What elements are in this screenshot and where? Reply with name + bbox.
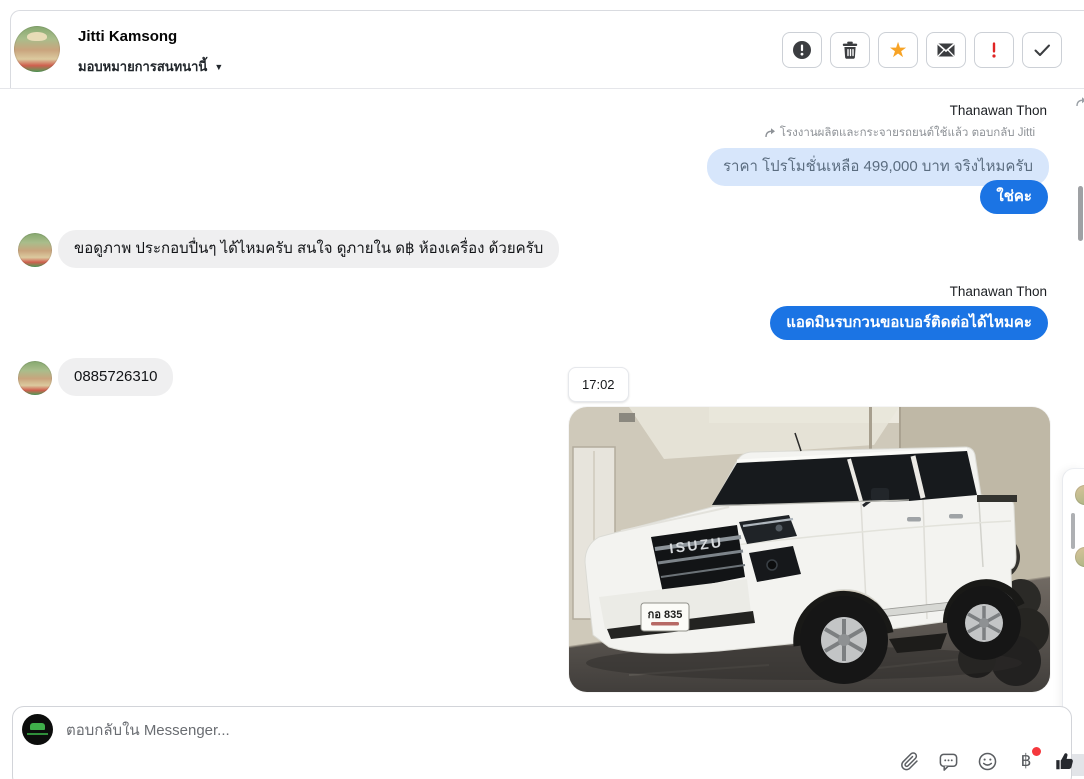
exclamation-icon [992,42,996,58]
report-icon [793,41,811,59]
mail-envelope-icon [937,43,955,57]
front-wheel [800,596,888,684]
outgoing-message-bubble: แอดมินรบกวนขอเบอร์ติดต่อได้ไหมคะ [770,306,1048,340]
messenger-inbox-page: Jitti Kamsong มอบหมายการสนทนานี้ ▼ ★ Tha… [0,0,1084,779]
mark-unread-button[interactable] [926,32,966,68]
mark-important-button[interactable] [974,32,1014,68]
like-button[interactable] [1054,750,1076,772]
contact-name[interactable]: Jitti Kamsong [78,28,177,45]
paperclip-icon [900,751,918,770]
mark-done-button[interactable] [1022,32,1062,68]
timestamp-chip: 17:02 [568,367,629,402]
emoji-button[interactable] [976,750,998,772]
incoming-message-bubble: ขอดูภาพ ประกอบปื่นๆ ได้ไหมครับ สนใจ ดูภา… [58,230,560,268]
thumbs-up-icon [1056,752,1073,769]
incoming-message-bubble: 0885726310 [58,358,174,396]
notification-dot [1032,747,1041,756]
header-divider [0,88,1084,89]
saved-replies-button[interactable] [937,750,959,772]
star-icon: ★ [888,38,908,62]
trash-icon [842,41,858,59]
license-plate: กอ 835 [640,602,690,632]
panel-scrollbar[interactable] [1071,513,1075,549]
peer-name-label: Thanawan Thon [949,284,1047,299]
chat-scrollbar[interactable] [1078,186,1083,241]
delete-button[interactable] [830,32,870,68]
peer-message-avatar [18,233,52,267]
assign-conversation-label: มอบหมายการสนทนานี้ [78,59,208,74]
chat-bubble-dots-icon [939,753,957,771]
conversation-toolbar: ★ [782,32,1062,68]
avatar [1075,547,1084,567]
smiley-icon [978,752,996,770]
baht-icon: ฿ [1020,751,1032,771]
peer-name-label: Thanawan Thon [949,103,1047,118]
attach-button[interactable] [898,750,920,772]
report-button[interactable] [782,32,822,68]
avatar [1075,485,1084,505]
vehicle-photo-illustration: ISUZU กอ 835 [569,407,1050,692]
composer-actions: ฿ [898,747,1076,772]
follow-up-button[interactable]: ★ [878,32,918,68]
reply-context-text: โรงงานผลิตและกระจายรถยนต์ใช้แล้ว ตอบกลับ… [779,127,1035,139]
car-logo-icon [30,723,45,730]
outgoing-message-bubble: ใช่คะ [980,180,1048,214]
share-arrow-icon [1076,97,1084,107]
payment-button[interactable]: ฿ [1015,747,1041,772]
chevron-down-icon: ▼ [214,61,224,72]
license-plate-text: กอ 835 [648,609,683,621]
check-icon [1034,44,1050,56]
car-logo-underline [27,733,48,735]
rear-wheel [947,586,1021,660]
message-input[interactable] [66,716,766,744]
share-arrow-icon [765,128,775,138]
contact-avatar[interactable] [14,26,60,72]
reply-context: โรงงานผลิตและกระจายรถยนต์ใช้แล้ว ตอบกลับ… [764,124,1035,142]
peer-message-avatar [18,361,52,395]
vehicle-photo-attachment[interactable]: ISUZU กอ 835 [569,407,1050,692]
page-avatar [22,714,53,745]
assign-conversation-dropdown[interactable]: มอบหมายการสนทนานี้ ▼ [78,56,223,77]
